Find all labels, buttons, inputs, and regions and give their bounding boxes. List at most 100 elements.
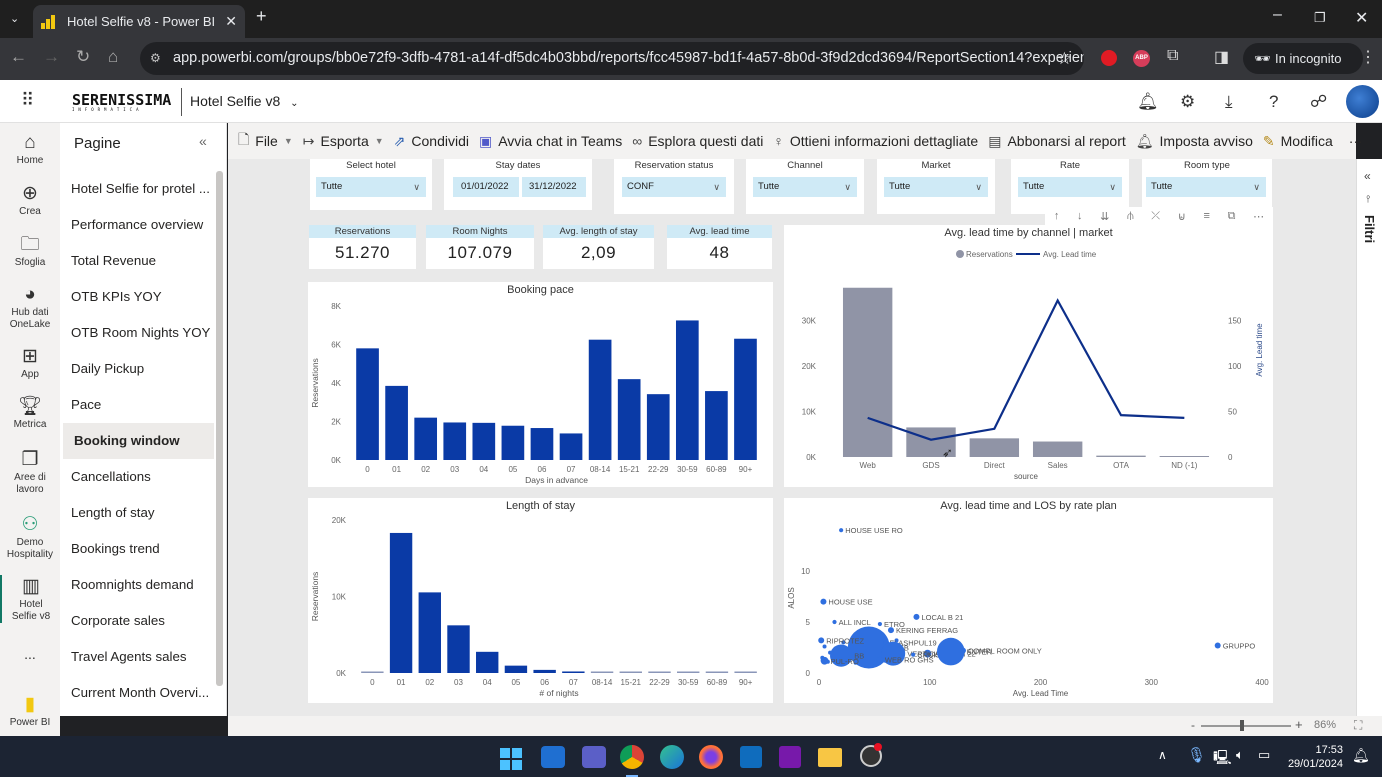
nav-home[interactable]: ⌂ Home: [0, 131, 60, 167]
new-tab-icon[interactable]: +: [256, 6, 267, 27]
feedback-icon[interactable]: ☍: [1310, 92, 1327, 112]
pin-icon[interactable]: ⊌: [1178, 210, 1186, 223]
share-button[interactable]: ⇗ Condividi: [394, 133, 469, 150]
close-tab-icon[interactable]: ✕: [225, 13, 237, 30]
filters-pane[interactable]: « ⫯ Filtri: [1356, 159, 1382, 716]
insights-button[interactable]: ♀ Ottieni informazioni dettagliate: [773, 133, 978, 149]
drill-down-icon[interactable]: ↓: [1077, 210, 1083, 222]
zoom-slider-thumb[interactable]: [1239, 720, 1244, 731]
browser-tab[interactable]: Hotel Selfie v8 - Power BI ✕: [33, 5, 245, 38]
site-info-icon[interactable]: ⚙: [150, 42, 161, 75]
nav-demo-hospitality[interactable]: ⚇ Demo Hospitality: [0, 513, 60, 561]
drill-up-icon[interactable]: ↑: [1054, 210, 1060, 222]
page-item[interactable]: OTB Room Nights YOY: [60, 315, 214, 351]
forward-icon[interactable]: →: [43, 47, 60, 67]
help-icon[interactable]: ?: [1269, 92, 1278, 112]
page-item[interactable]: Length of stay: [60, 495, 214, 531]
set-alert-button[interactable]: 🔔︎ Imposta avviso: [1136, 133, 1253, 150]
extensions-puzzle-icon[interactable]: ⧉: [1167, 47, 1178, 65]
more-options-button[interactable]: ···: [1349, 133, 1363, 149]
page-item[interactable]: Travel Agents sales: [60, 639, 214, 675]
side-panel-icon[interactable]: ◨: [1214, 47, 1229, 67]
page-item[interactable]: Performance overview: [60, 207, 214, 243]
room-type-dropdown[interactable]: Tutte ∨: [1146, 177, 1266, 197]
nav-workspaces[interactable]: ❐ Aree di lavoro: [0, 448, 60, 496]
edit-button[interactable]: ✎ Modifica: [1263, 133, 1333, 150]
firefox-icon[interactable]: [699, 745, 723, 769]
company-logo[interactable]: SERENISSIMA INFORMATICA: [72, 91, 171, 112]
file-explorer-icon[interactable]: [818, 748, 842, 767]
date-from-input[interactable]: 01/01/2022: [453, 177, 519, 197]
nav-onelake[interactable]: ◕ Hub dati OneLake: [0, 283, 60, 331]
nav-browse[interactable]: 🗀 Sfoglia: [0, 233, 60, 269]
outlook-icon[interactable]: [740, 746, 762, 768]
visual-more-icon[interactable]: ⋯: [1253, 210, 1264, 223]
market-dropdown[interactable]: Tutte ∨: [884, 177, 988, 197]
nav-more[interactable]: ...: [0, 647, 60, 661]
onenote-icon[interactable]: [779, 746, 801, 768]
export-menu[interactable]: ↦ Esporta ▼: [303, 133, 384, 150]
url-input[interactable]: ⚙ app.powerbi.com/groups/bb0e72f9-3dfb-4…: [140, 42, 1084, 75]
hotel-dropdown[interactable]: Tutte ∨: [316, 177, 426, 197]
zoom-in-button[interactable]: +: [1295, 717, 1303, 732]
page-item[interactable]: Pace: [60, 387, 214, 423]
pages-scrollbar[interactable]: [216, 171, 223, 686]
tab-search-chevron-icon[interactable]: ⌄: [10, 12, 19, 25]
start-button-icon[interactable]: [500, 748, 522, 770]
minimize-icon[interactable]: –: [1273, 6, 1282, 24]
page-item[interactable]: Current Month Overvi...: [60, 675, 214, 711]
adblock-icon[interactable]: ABP: [1133, 50, 1150, 67]
expand-filters-icon[interactable]: «: [1364, 169, 1371, 183]
volume-icon[interactable]: 🔈︎: [1236, 747, 1244, 763]
channel-dropdown[interactable]: Tutte ∨: [753, 177, 857, 197]
page-item[interactable]: Booking window: [60, 423, 214, 459]
page-item[interactable]: Bookings trend: [60, 531, 214, 567]
bookmark-star-icon[interactable]: ☆: [1057, 42, 1072, 75]
settings-gear-icon[interactable]: ⚙: [1180, 92, 1195, 112]
reload-icon[interactable]: ↻: [76, 47, 90, 67]
stop-extension-icon[interactable]: [1101, 50, 1117, 66]
download-icon[interactable]: ⤓: [1225, 92, 1233, 112]
teams-new-icon[interactable]: [582, 746, 606, 768]
date-to-input[interactable]: 31/12/2022: [522, 177, 586, 197]
incognito-badge[interactable]: 🕶 In incognito: [1243, 43, 1363, 74]
back-icon[interactable]: ←: [10, 47, 27, 67]
expand-hierarchy-icon[interactable]: ⫛: [1127, 210, 1134, 223]
clock[interactable]: 17:53 29/01/2024: [1287, 743, 1343, 771]
teams-chat-button[interactable]: ▣ Avvia chat in Teams: [479, 133, 622, 150]
home-icon[interactable]: ⌂: [108, 47, 118, 67]
close-window-icon[interactable]: ✕: [1355, 8, 1368, 28]
zoom-slider-track[interactable]: [1201, 725, 1291, 727]
microphone-icon[interactable]: 🎙︎: [1187, 746, 1206, 764]
show-hidden-icons[interactable]: ∧: [1158, 748, 1167, 762]
collapse-pages-icon[interactable]: «: [199, 133, 207, 149]
file-menu[interactable]: 🗋 File ▼: [238, 129, 293, 153]
notifications-bell-icon[interactable]: 🔔︎: [1137, 92, 1159, 112]
report-title-dropdown[interactable]: Hotel Selfie v8 ⌄: [190, 93, 299, 109]
next-level-icon[interactable]: ⇊: [1100, 210, 1109, 223]
nav-metrics[interactable]: 🏆︎ Metrica: [0, 395, 60, 431]
filter-icon[interactable]: ≡: [1204, 210, 1210, 222]
outlook-new-icon[interactable]: [541, 746, 565, 768]
subscribe-button[interactable]: ▤ Abbonarsi al report: [988, 133, 1126, 150]
chrome-icon[interactable]: [620, 745, 644, 769]
edge-icon[interactable]: [660, 745, 684, 769]
spotlight-icon[interactable]: ⤫: [1151, 210, 1160, 223]
app-launcher-icon[interactable]: ⠿: [21, 90, 34, 111]
zoom-out-button[interactable]: -: [1191, 718, 1195, 732]
network-icon[interactable]: 🖳: [1213, 747, 1232, 771]
battery-icon[interactable]: ▭: [1258, 747, 1270, 763]
focus-mode-icon[interactable]: ⧉: [1228, 210, 1236, 223]
page-item[interactable]: Daily Pickup: [60, 351, 214, 387]
page-item[interactable]: Total Revenue: [60, 243, 214, 279]
fit-to-page-icon[interactable]: ⛶: [1354, 718, 1362, 733]
page-item[interactable]: Cancellations: [60, 459, 214, 495]
page-item[interactable]: OTB KPIs YOY: [60, 279, 214, 315]
page-item[interactable]: Roomnights demand: [60, 567, 214, 603]
nav-powerbi[interactable]: ▮ Power BI: [0, 693, 60, 729]
rate-dropdown[interactable]: Tutte ∨: [1018, 177, 1122, 197]
user-avatar[interactable]: [1346, 85, 1379, 118]
notification-center-icon[interactable]: 🔔︎: [1352, 747, 1370, 764]
nav-create[interactable]: ⊕ Crea: [0, 182, 60, 218]
page-item[interactable]: Hotel Selfie for protel ...: [60, 171, 214, 207]
